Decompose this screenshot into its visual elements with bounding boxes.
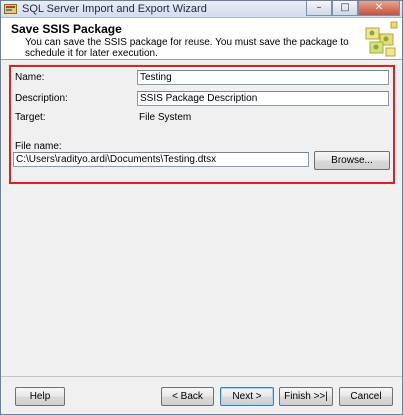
title-bar[interactable]: SQL Server Import and Export Wizard – □ … (1, 1, 402, 18)
cancel-button[interactable]: Cancel (339, 387, 393, 406)
maximize-button[interactable]: □ (332, 1, 358, 16)
help-button[interactable]: Help (15, 387, 65, 406)
close-button[interactable]: ✕ (358, 1, 400, 16)
name-input[interactable]: Testing (137, 70, 389, 85)
package-settings-panel: Name: Testing Description: SSIS Package … (9, 65, 395, 184)
window-title: SQL Server Import and Export Wizard (22, 3, 207, 15)
next-button[interactable]: Next > (220, 387, 274, 406)
wizard-header: Save SSIS Package You can save the SSIS … (1, 18, 402, 60)
back-button[interactable]: < Back (161, 387, 214, 406)
sql-server-app-icon (4, 4, 17, 14)
caption-buttons: – □ ✕ (306, 1, 400, 17)
target-value: File System (139, 112, 192, 123)
file-name-label: File name: (15, 141, 62, 152)
description-label: Description: (15, 93, 68, 104)
browse-button[interactable]: Browse... (314, 151, 390, 170)
target-label: Target: (15, 112, 46, 123)
description-input[interactable]: SSIS Package Description (137, 91, 389, 106)
page-title: Save SSIS Package (11, 22, 122, 36)
wizard-graphic-icon (365, 21, 398, 57)
finish-button[interactable]: Finish >>| (279, 387, 333, 406)
wizard-window: SQL Server Import and Export Wizard – □ … (0, 0, 403, 415)
name-label: Name: (15, 72, 45, 83)
footer-separator (1, 376, 402, 377)
minimize-button[interactable]: – (306, 1, 332, 16)
file-name-input[interactable]: C:\Users\radityo.ardi\Documents\Testing.… (13, 152, 309, 167)
page-subtitle: You can save the SSIS package for reuse.… (25, 37, 349, 59)
